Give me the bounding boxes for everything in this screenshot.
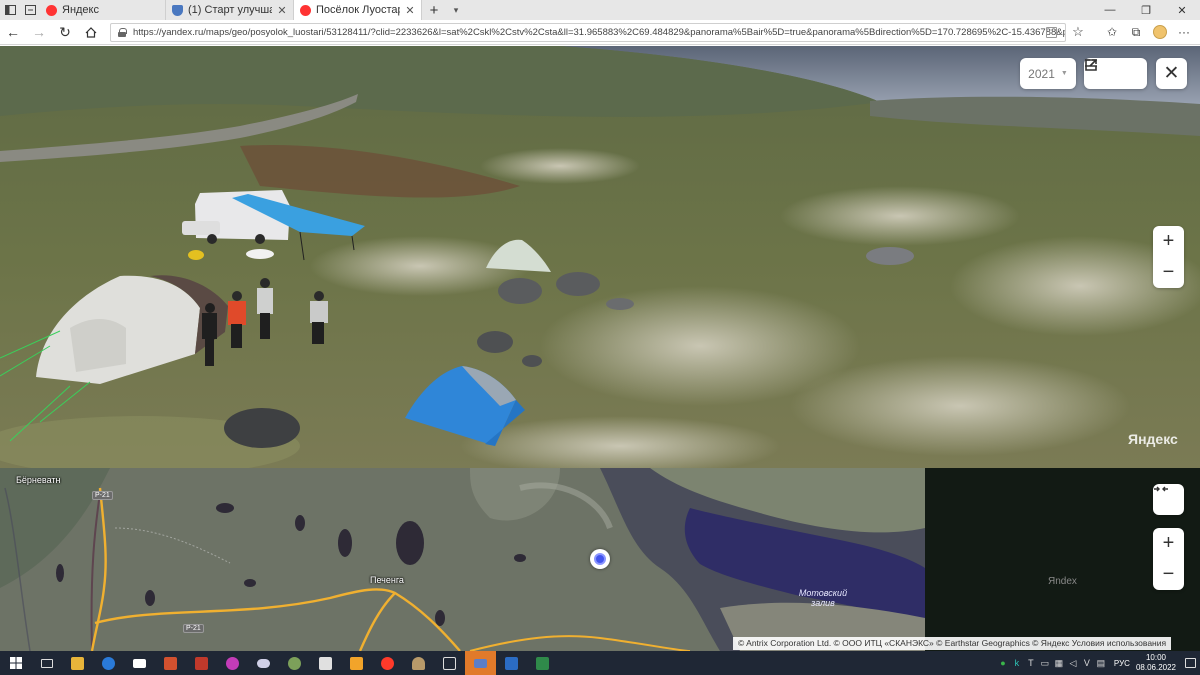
address-bar[interactable]: https://yandex.ru/maps/geo/posyolok_luos…: [110, 22, 1066, 42]
close-tab-icon[interactable]: ✕: [277, 4, 287, 17]
active-window-icon[interactable]: [465, 651, 496, 675]
tab-yandex[interactable]: Яндекс: [40, 0, 166, 20]
bay-label-line2: залив: [811, 598, 835, 608]
place-label[interactable]: Печенга: [370, 575, 404, 585]
close-tab-icon[interactable]: ✕: [405, 4, 415, 17]
year-selector[interactable]: 2021 ▼: [1020, 58, 1076, 89]
drive-tray-icon[interactable]: ▭: [1038, 658, 1052, 669]
powerpoint-icon[interactable]: [155, 651, 186, 675]
new-tab-button[interactable]: +: [422, 0, 446, 20]
clock-time: 10:00: [1145, 653, 1166, 662]
restore-icon[interactable]: ❐: [1128, 0, 1164, 20]
globe-app-icon[interactable]: [279, 651, 310, 675]
calculator-icon[interactable]: [310, 651, 341, 675]
chevron-down-icon: ▼: [1060, 70, 1068, 77]
vpn-tray-icon[interactable]: V: [1080, 658, 1094, 668]
network-tray-icon[interactable]: ▦: [1052, 658, 1066, 669]
start-windows-icon[interactable]: [0, 651, 31, 675]
window-controls: — ❐ ✕: [1092, 0, 1200, 20]
bay-label-line1: Мотовский: [798, 588, 848, 598]
panorama-view[interactable]: 2021 ▼ ✕ + − Яндекс: [0, 46, 1200, 468]
panorama-location-marker[interactable]: [590, 549, 610, 569]
navigation-bar: ← → ↻ https://yandex.ru/maps/geo/posyolo…: [0, 20, 1200, 45]
collections-icon[interactable]: ⧉: [1124, 25, 1148, 40]
panorama-watermark: Яндекс: [1128, 431, 1178, 447]
language-indicator[interactable]: РУС: [1114, 659, 1130, 668]
map-zoom-control: + −: [1153, 528, 1184, 590]
tab-title: (1) Старт улучшайзинга, тю: [188, 4, 272, 16]
balloon-icon[interactable]: [217, 651, 248, 675]
bay-label: Мотовский залив: [788, 588, 858, 608]
system-tray: ● k T ▭ ▦ ◁ V ▤ РУС 10:00 08.06.2022: [996, 651, 1200, 675]
favorites-icon[interactable]: ✩: [1100, 25, 1124, 40]
shield-favicon-icon: [172, 4, 183, 16]
yandex-browser-icon[interactable]: [372, 651, 403, 675]
panorama-zoom-control: + −: [1153, 226, 1184, 288]
url-text: https://yandex.ru/maps/geo/posyolok_luos…: [133, 26, 1066, 38]
tab-luostari[interactable]: Посёлок Луостари — Я ✕: [294, 0, 422, 20]
k-tray-icon[interactable]: k: [1010, 658, 1024, 668]
sticky-notes-icon[interactable]: [341, 651, 372, 675]
calendar-icon[interactable]: [434, 651, 465, 675]
cloud-icon[interactable]: [248, 651, 279, 675]
zoom-in-icon[interactable]: +: [1153, 528, 1184, 559]
collapse-map-button[interactable]: [1153, 484, 1184, 515]
person-app-icon[interactable]: [403, 651, 434, 675]
map-copyright[interactable]: © Antrix Corporation Ltd. © ООО ИТЦ «СКА…: [733, 637, 1172, 650]
zoom-out-icon[interactable]: −: [1153, 559, 1184, 590]
reload-icon[interactable]: ↻: [52, 20, 78, 45]
shield-tray-icon[interactable]: ●: [996, 658, 1010, 668]
mail-icon[interactable]: [124, 651, 155, 675]
tab-title: Яндекс: [62, 4, 99, 16]
notifications-icon[interactable]: [1180, 658, 1200, 668]
volume-tray-icon[interactable]: ◁: [1066, 658, 1080, 669]
file-explorer-icon[interactable]: [62, 651, 93, 675]
word-icon[interactable]: [496, 651, 527, 675]
map-logo: Яndex: [1048, 576, 1077, 587]
tab-start[interactable]: (1) Старт улучшайзинга, тю ✕: [166, 0, 294, 20]
task-view-icon[interactable]: [31, 651, 62, 675]
taskbar: ● k T ▭ ▦ ◁ V ▤ РУС 10:00 08.06.2022: [0, 651, 1200, 675]
tab-title: Посёлок Луостари — Я: [316, 4, 400, 16]
reading-view-icon[interactable]: [1046, 26, 1057, 38]
zoom-out-icon[interactable]: −: [1153, 257, 1184, 288]
more-menu-icon[interactable]: ···: [1172, 25, 1196, 40]
back-icon[interactable]: ←: [0, 20, 26, 45]
profile-icon[interactable]: [1148, 25, 1172, 40]
yandex-favicon-icon: [46, 4, 57, 16]
chart-app-icon[interactable]: [527, 651, 558, 675]
edge-browser-icon[interactable]: [93, 651, 124, 675]
chevron-down-icon[interactable]: ▾: [446, 0, 466, 20]
forward-icon[interactable]: →: [26, 20, 52, 45]
translate-tray-icon[interactable]: T: [1024, 658, 1038, 668]
browser-tab-strip: Яндекс (1) Старт улучшайзинга, тю ✕ Посё…: [0, 0, 1200, 20]
zoom-in-icon[interactable]: +: [1153, 226, 1184, 257]
clock[interactable]: 10:00 08.06.2022: [1136, 653, 1176, 673]
year-value: 2021: [1028, 66, 1055, 81]
location-dot-icon: [594, 553, 606, 565]
tab-actions-icon[interactable]: [0, 0, 20, 20]
tab-list-icon[interactable]: [20, 0, 40, 20]
ui-tray-icon[interactable]: ▤: [1094, 658, 1108, 669]
home-icon[interactable]: [78, 20, 104, 45]
minimize-icon[interactable]: —: [1092, 0, 1128, 20]
road-label: P-21: [92, 491, 113, 500]
yandex-favicon-icon: [300, 4, 311, 16]
favorite-star-icon[interactable]: ☆: [1066, 24, 1090, 40]
pdf-icon[interactable]: [186, 651, 217, 675]
close-window-icon[interactable]: ✕: [1164, 0, 1200, 20]
clock-date: 08.06.2022: [1135, 663, 1176, 672]
browser-toolbar: ✩ ⧉ ···: [1100, 25, 1196, 40]
share-menu-group: [1084, 58, 1147, 89]
place-label[interactable]: Бёрневатн: [16, 475, 60, 485]
satellite-map[interactable]: + − Бёрневатн Печенга P-21 P-21 Мотовски…: [0, 468, 1200, 651]
panorama-image: [0, 46, 1200, 468]
close-panorama-button[interactable]: ✕: [1156, 58, 1187, 89]
road-label: P-21: [183, 624, 204, 633]
lock-icon: [118, 27, 127, 37]
menu-icon[interactable]: [1085, 58, 1147, 89]
